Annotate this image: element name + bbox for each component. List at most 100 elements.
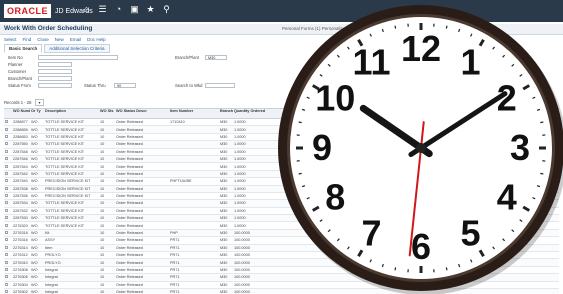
grid-column-header[interactable]: Item Number [169,109,219,118]
row-select-checkbox[interactable] [4,275,12,279]
table-cell[interactable]: 2287550 [12,142,30,146]
checkbox-icon[interactable] [5,282,8,286]
table-cell[interactable]: 2287538 [12,187,30,191]
item-no-input[interactable] [38,55,118,60]
records-per-page-select[interactable]: ▾ [35,99,44,106]
row-select-checkbox[interactable] [4,201,12,205]
row-select-checkbox[interactable] [4,194,12,198]
checkbox-icon[interactable] [5,268,8,271]
row-select-checkbox[interactable] [4,127,12,132]
recent-icon[interactable]: ◔ [114,5,123,14]
brand[interactable]: ORACLE JD Edwards [4,3,93,19]
row-select-checkbox[interactable] [4,268,12,272]
table-cell[interactable]: 2287534 [12,201,30,205]
row-select-checkbox[interactable] [4,164,12,169]
toolbar-action-0[interactable]: Select [4,37,17,42]
row-select-checkbox[interactable] [4,179,12,183]
table-cell[interactable]: 2276316 [12,238,30,242]
row-select-checkbox[interactable] [4,157,12,161]
toolbar-action-2[interactable]: Close [37,37,49,42]
table-cell[interactable]: 2287540 [12,179,30,183]
checkbox-icon[interactable] [5,186,8,190]
checkbox-icon[interactable] [5,201,8,205]
row-select-checkbox[interactable] [4,120,12,124]
checkbox-icon[interactable] [5,231,8,235]
table-cell[interactable]: 2276312 [12,253,30,257]
row-select-checkbox[interactable] [4,208,12,213]
checkbox-icon[interactable] [5,208,8,212]
row-select-checkbox[interactable] [4,282,12,287]
grid-column-header[interactable]: WO Sts [99,109,115,118]
checkbox-icon[interactable] [5,290,8,294]
checkbox-icon[interactable] [5,194,8,198]
checkbox-icon[interactable] [5,120,8,124]
checkbox-icon[interactable] [5,127,8,131]
table-cell[interactable]: 2287530 [12,216,30,220]
toolbar-action-3[interactable]: New [55,37,64,42]
row-select-checkbox[interactable] [4,260,12,265]
table-cell[interactable]: 2287542 [12,172,30,176]
grid-column-header[interactable]: Branch [219,109,233,118]
table-cell[interactable]: 2276314 [12,246,30,250]
toolbar-action-1[interactable]: Find [23,37,32,42]
table-cell[interactable]: 2287532 [12,209,30,213]
checkbox-icon[interactable] [5,157,8,161]
row-select-checkbox[interactable] [4,290,12,294]
row-select-checkbox[interactable] [4,216,12,220]
row-select-checkbox[interactable] [4,134,12,139]
grid-column-header[interactable]: Description [44,109,99,118]
table-cell[interactable]: 2276310 [12,261,30,265]
table-cell[interactable]: 2287544 [12,165,30,169]
checkbox-icon[interactable] [5,216,8,220]
grid-column-header[interactable]: WO Number [12,109,30,118]
row-select-checkbox[interactable] [4,142,12,146]
menu-icon[interactable]: ☰ [98,5,107,14]
table-cell[interactable]: 2287546 [12,157,30,161]
table-cell[interactable]: 2276320 [12,224,30,228]
checkbox-icon[interactable] [5,149,8,153]
checkbox-icon[interactable] [5,134,8,138]
table-cell[interactable]: 2287536 [12,194,30,198]
row-select-checkbox[interactable] [4,245,12,250]
table-cell[interactable]: 2288655 [12,128,30,132]
home-icon[interactable]: ⌂ [82,5,91,14]
checkbox-icon[interactable] [5,245,8,249]
checkbox-icon[interactable] [5,253,8,257]
checkbox-icon[interactable] [5,238,8,242]
checkbox-icon[interactable] [5,142,8,146]
branch-plant-input[interactable] [38,76,72,81]
table-cell[interactable]: 2288653 [12,135,30,139]
row-select-checkbox[interactable] [4,238,12,242]
toolbar-action-5[interactable]: Doc Help [87,37,106,42]
checkbox-icon[interactable] [5,223,8,227]
grid-column-header[interactable]: WO Status Descr [115,109,169,118]
row-select-checkbox[interactable] [4,253,12,257]
checkbox-icon[interactable] [5,260,8,264]
customer-input[interactable] [38,69,72,74]
table-cell[interactable]: 2276306 [12,275,30,279]
grid-column-header[interactable] [4,109,12,118]
table-cell[interactable]: 2288877 [12,120,30,124]
pin-icon[interactable]: ⚲ [162,5,171,14]
open-apps-icon[interactable]: ▣ [130,5,139,14]
table-cell[interactable]: 2276308 [12,268,30,272]
favorites-icon[interactable]: ★ [146,5,155,14]
table-cell[interactable]: 2276302 [12,290,30,294]
status-from-input[interactable] [38,83,72,88]
row-select-checkbox[interactable] [4,149,12,154]
checkbox-icon[interactable] [5,171,8,175]
grid-column-header[interactable]: Quantity Ordered [233,109,275,118]
row-select-checkbox[interactable] [4,186,12,191]
grid-column-header[interactable]: Or Ty [30,109,44,118]
checkbox-icon[interactable] [5,179,8,183]
planner-input[interactable] [38,62,72,67]
table-cell[interactable]: 2276304 [12,283,30,287]
toolbar-action-4[interactable]: Email [70,37,81,42]
row-select-checkbox[interactable] [4,171,12,176]
row-select-checkbox[interactable] [4,223,12,228]
checkbox-icon[interactable] [5,164,8,168]
table-cell[interactable]: 2287548 [12,150,30,154]
row-select-checkbox[interactable] [4,231,12,235]
checkbox-icon[interactable] [5,275,8,279]
status-thru-input[interactable]: 90 [114,83,136,88]
